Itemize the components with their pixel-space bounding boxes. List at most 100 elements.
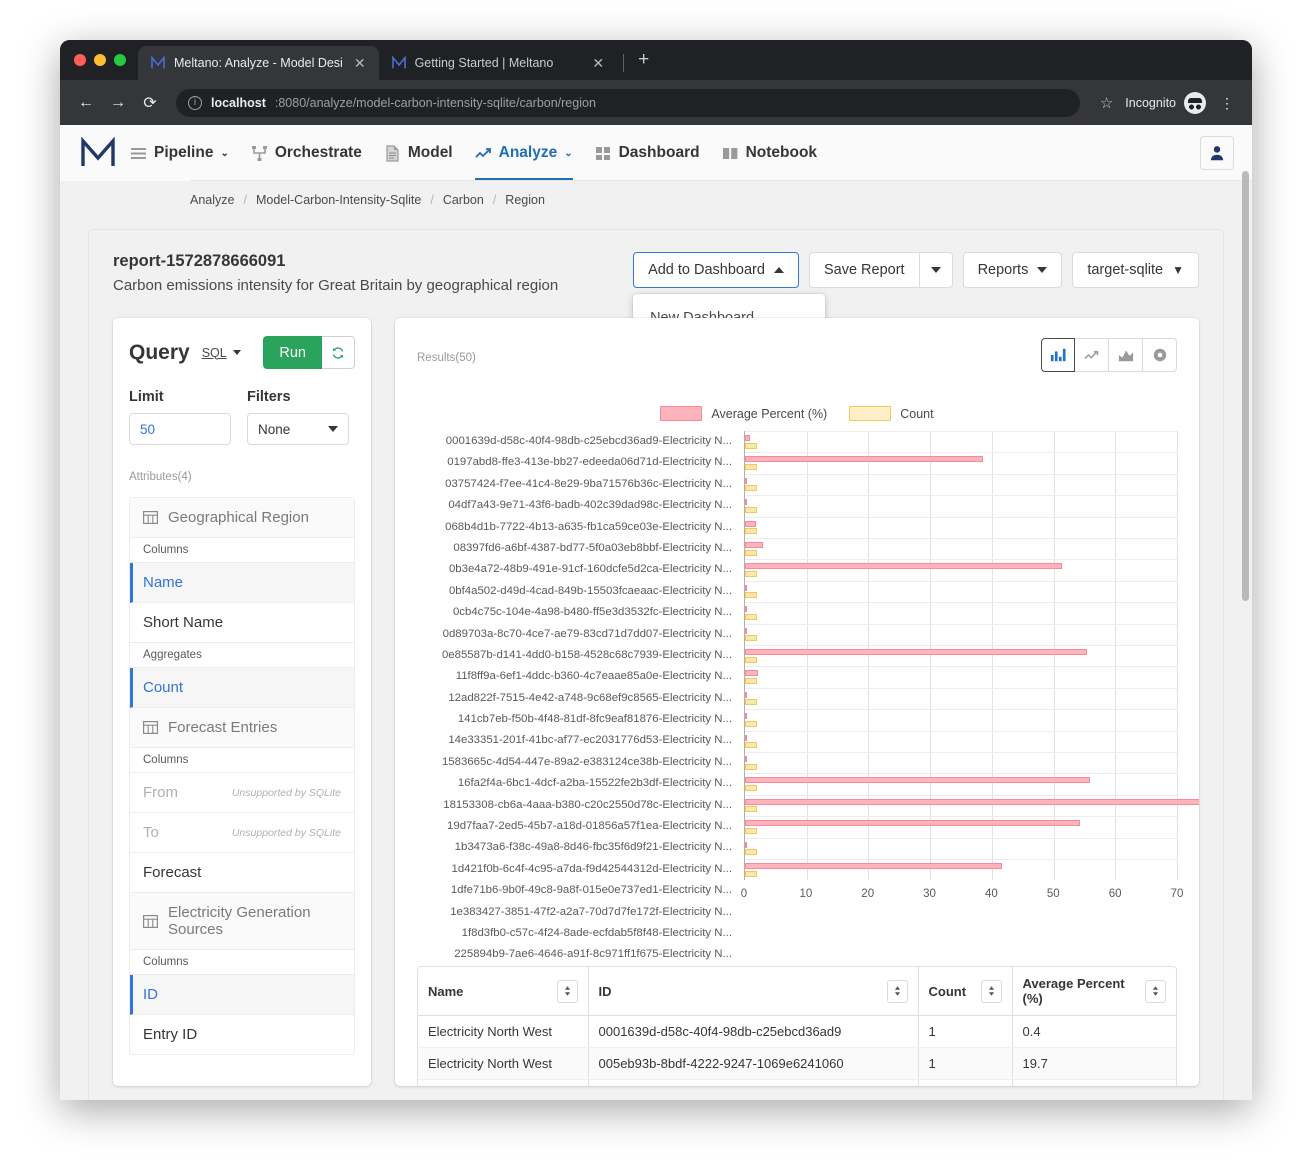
limit-input[interactable]: 50 [129, 413, 231, 445]
chart-bar-group[interactable] [745, 816, 1177, 837]
user-avatar-button[interactable] [1200, 136, 1234, 170]
nav-item-analyze[interactable]: Analyze ⌄ [474, 125, 573, 181]
close-window-button[interactable] [74, 54, 86, 66]
browser-menu-icon[interactable]: ⋮ [1214, 96, 1240, 110]
unsupported-note: Unsupported by SQLite [231, 786, 341, 799]
chart-bar-group[interactable] [745, 731, 1177, 752]
run-button[interactable]: Run [263, 336, 322, 369]
incognito-indicator[interactable]: Incognito [1125, 91, 1210, 114]
attribute-row-forecast[interactable]: Forecast [130, 853, 354, 893]
chart-y-axis-labels: 0001639d-d58c-40f4-98db-c25ebcd36ad9-Ele… [417, 431, 739, 966]
bar-chart-button[interactable] [1041, 338, 1075, 372]
breadcrumb-item-model[interactable]: Model-Carbon-Intensity-Sqlite [256, 193, 421, 207]
nav-item-notebook[interactable]: Notebook [722, 125, 817, 181]
breadcrumb: Analyze / Model-Carbon-Intensity-Sqlite … [60, 181, 1252, 219]
attribute-row-entry-id[interactable]: Entry ID [130, 1015, 354, 1054]
nav-item-pipeline[interactable]: Pipeline ⌄ [130, 125, 229, 181]
legend-item-count[interactable]: Count [849, 406, 934, 421]
save-report-button[interactable]: Save Report [808, 252, 919, 288]
save-report-dropdown-toggle[interactable] [918, 252, 953, 288]
sort-arrows-icon[interactable] [980, 979, 1002, 1003]
sort-arrows-icon[interactable] [556, 979, 578, 1003]
chart-bar-group[interactable] [745, 517, 1177, 538]
sql-toggle[interactable]: SQL [202, 346, 241, 360]
add-to-dashboard-button[interactable]: Add to Dashboard [633, 252, 799, 288]
chart-bar-group[interactable] [745, 773, 1177, 794]
attribute-row-count[interactable]: Count [130, 668, 354, 708]
sort-arrows-icon[interactable] [1145, 979, 1166, 1003]
nav-item-orchestrate[interactable]: Orchestrate [251, 125, 362, 181]
chart-bar-group[interactable] [745, 688, 1177, 709]
filters-label: Filters [247, 389, 291, 405]
attribute-row-short-name[interactable]: Short Name [130, 603, 354, 643]
page-scrollbar[interactable] [1242, 171, 1251, 1099]
chart-y-label: 0bf4a502-d49d-4cad-849b-15503fcaeaac-Ele… [448, 584, 732, 597]
results-bar-chart: 0001639d-d58c-40f4-98db-c25ebcd36ad9-Ele… [417, 431, 1199, 960]
target-selector-button[interactable]: target-sqlite ▼ [1072, 252, 1199, 288]
browser-tab-2[interactable]: Getting Started | Meltano ✕ [379, 46, 617, 80]
table-header-count[interactable]: Count [918, 967, 1013, 1016]
legend-item-average-percent[interactable]: Average Percent (%) [660, 406, 827, 421]
sort-arrows-icon[interactable] [886, 979, 908, 1003]
donut-chart-button[interactable] [1143, 338, 1177, 372]
bookmark-star-icon[interactable]: ☆ [1092, 94, 1121, 112]
table-header-average-percent[interactable]: Average Percent (%) [1012, 967, 1176, 1016]
filters-select[interactable]: None [247, 413, 349, 445]
attribute-row-name[interactable]: Name [130, 563, 354, 603]
chart-bar-group[interactable] [745, 452, 1177, 473]
table-header-id[interactable]: ID [588, 967, 919, 1016]
chart-bar-group[interactable] [745, 538, 1177, 559]
attribute-row-columns: Columns [130, 950, 354, 975]
table-header-name[interactable]: Name [418, 967, 589, 1016]
chart-bar-group[interactable] [745, 431, 1177, 452]
chart-bar-group[interactable] [745, 795, 1199, 816]
attribute-row-id[interactable]: ID [130, 975, 354, 1015]
chart-bar-group[interactable] [745, 474, 1177, 495]
chart-bar-group[interactable] [745, 602, 1177, 623]
chart-bar-group[interactable] [745, 645, 1177, 666]
chart-bar-group[interactable] [745, 581, 1177, 602]
chart-bar-group[interactable] [745, 838, 1177, 859]
chart-bar-average-percent [745, 563, 1063, 570]
close-tab-2-button[interactable]: ✕ [589, 54, 607, 72]
table-header-label: ID [598, 983, 612, 999]
line-chart-button[interactable] [1075, 338, 1109, 372]
reports-button[interactable]: Reports [962, 252, 1063, 288]
breadcrumb-item-analyze[interactable]: Analyze [190, 193, 234, 207]
minimize-window-button[interactable] [94, 54, 106, 66]
breadcrumb-item-region[interactable]: Region [505, 193, 545, 207]
chart-bar-group[interactable] [745, 859, 1177, 880]
chart-bar-group[interactable] [745, 666, 1177, 687]
address-bar[interactable]: i localhost:8080/analyze/model-carbon-in… [176, 88, 1080, 117]
meltano-logo[interactable] [78, 136, 118, 169]
chart-bar-group[interactable] [745, 495, 1177, 516]
filters-field: Filters None [247, 389, 349, 445]
new-tab-button[interactable]: + [630, 50, 657, 73]
forward-button[interactable]: → [104, 89, 132, 117]
chart-bar-group[interactable] [745, 709, 1177, 730]
site-info-icon[interactable]: i [188, 95, 202, 110]
browser-tab-1[interactable]: Meltano: Analyze - Model Desi ✕ [138, 46, 379, 80]
chart-bar-group[interactable] [745, 559, 1177, 580]
chevron-down-icon [328, 426, 338, 432]
chart-bar-group[interactable] [745, 752, 1177, 773]
nav-item-model[interactable]: Model [384, 125, 453, 181]
chart-bar-group[interactable] [745, 624, 1177, 645]
attribute-row-geographical-region[interactable]: Geographical Region [130, 498, 354, 538]
chart-plot-area [744, 431, 1199, 880]
attribute-row-forecast-entries[interactable]: Forecast Entries [130, 708, 354, 748]
attribute-row-from[interactable]: From Unsupported by SQLite [130, 773, 354, 813]
nav-item-dashboard[interactable]: Dashboard [595, 125, 700, 181]
close-tab-1-button[interactable]: ✕ [351, 54, 369, 72]
attribute-row-electricity-generation-sources[interactable]: Electricity Generation Sources [130, 893, 354, 950]
area-chart-button[interactable] [1109, 338, 1143, 372]
maximize-window-button[interactable] [114, 54, 126, 66]
chart-bar-average-percent [745, 542, 764, 548]
breadcrumb-item-carbon[interactable]: Carbon [443, 193, 484, 207]
page-scrollbar-thumb[interactable] [1242, 171, 1249, 601]
attribute-row-to[interactable]: To Unsupported by SQLite [130, 813, 354, 853]
chart-y-label: 12ad822f-7515-4e42-a748-9c68ef9c8565-Ele… [448, 691, 732, 704]
back-button[interactable]: ← [72, 89, 100, 117]
refresh-button[interactable] [322, 336, 355, 369]
reload-button[interactable]: ⟳ [136, 89, 164, 117]
